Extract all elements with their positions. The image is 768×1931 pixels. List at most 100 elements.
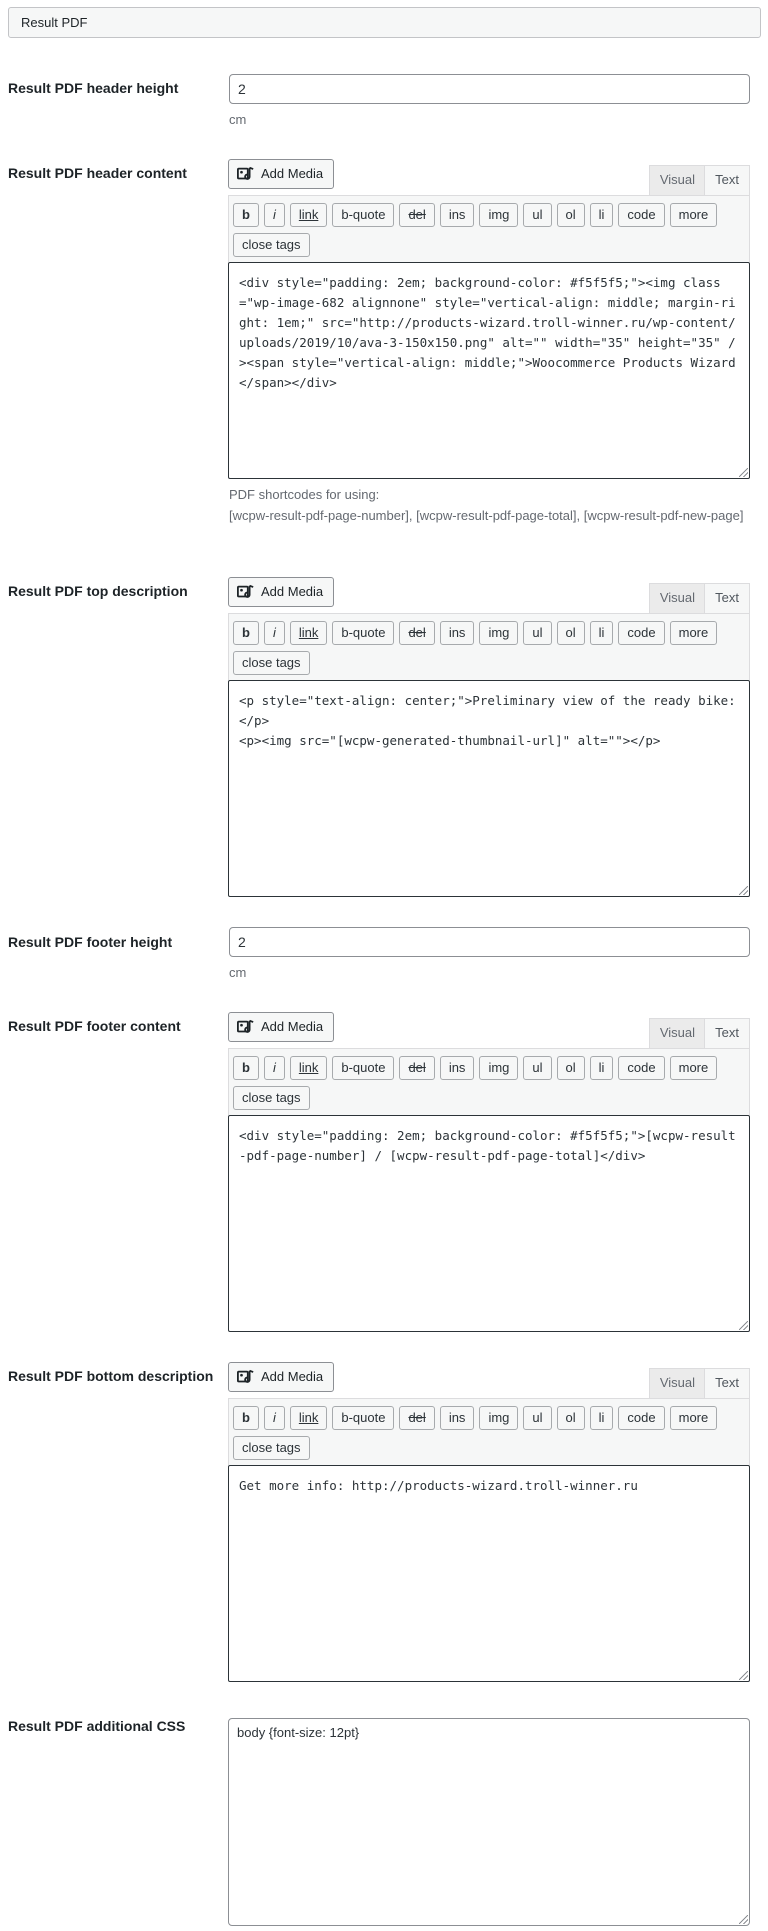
qt-li-button[interactable]: li: [589, 621, 614, 645]
qt-ul-button[interactable]: ul: [523, 203, 552, 227]
qt-close-tags-button[interactable]: close tags: [233, 233, 310, 257]
qt-italic-button[interactable]: i: [263, 621, 285, 645]
header-height-label: Result PDF header height: [8, 80, 179, 96]
bottom-description-label: Result PDF bottom description: [8, 1368, 214, 1384]
add-media-label: Add Media: [261, 1019, 324, 1034]
bottom-description-text: Get more info: http://products-wizard.tr…: [239, 1478, 638, 1493]
header-content-textarea[interactable]: <div style="padding: 2em; background-col…: [228, 262, 750, 479]
qt-code-button[interactable]: code: [618, 621, 665, 645]
additional-css-textarea[interactable]: body {font-size: 12pt}: [228, 1718, 750, 1926]
qt-code-button[interactable]: code: [618, 1406, 665, 1430]
qt-ul-button[interactable]: ul: [523, 1056, 552, 1080]
resize-handle[interactable]: [739, 1671, 748, 1680]
qt-italic-button[interactable]: i: [263, 1406, 285, 1430]
qt-blockquote-button[interactable]: b-quote: [332, 1056, 395, 1080]
resize-handle[interactable]: [739, 1915, 748, 1924]
bottom-description-textarea[interactable]: Get more info: http://products-wizard.tr…: [228, 1465, 750, 1682]
qt-more-button[interactable]: more: [669, 621, 718, 645]
qt-ol-button[interactable]: ol: [556, 203, 585, 227]
qt-del-button[interactable]: del: [399, 1056, 435, 1080]
top-description-textarea[interactable]: <p style="text-align: center;">Prelimina…: [228, 680, 750, 897]
tab-text[interactable]: Text: [704, 583, 750, 613]
qt-img-button[interactable]: img: [479, 203, 519, 227]
footer-content-textarea[interactable]: <div style="padding: 2em; background-col…: [228, 1115, 750, 1332]
shortcodes-title: PDF shortcodes for using:: [229, 487, 380, 502]
qt-li-button[interactable]: li: [589, 203, 614, 227]
qt-bold-button[interactable]: b: [233, 203, 259, 227]
qt-li-button[interactable]: li: [589, 1406, 614, 1430]
media-icon: [237, 584, 254, 598]
resize-handle[interactable]: [739, 1321, 748, 1330]
section-header-result-pdf[interactable]: Result PDF: [8, 7, 761, 38]
qt-ol-button[interactable]: ol: [556, 1056, 585, 1080]
qt-link-button[interactable]: link: [289, 1056, 328, 1080]
qt-img-button[interactable]: img: [479, 621, 519, 645]
qt-ins-button[interactable]: ins: [439, 1056, 475, 1080]
footer-content-text: <div style="padding: 2em; background-col…: [239, 1128, 736, 1163]
qt-del-button[interactable]: del: [399, 1406, 435, 1430]
media-icon: [237, 1019, 254, 1033]
qt-italic-button[interactable]: i: [263, 203, 285, 227]
header-height-input[interactable]: 2: [229, 74, 750, 104]
tab-visual[interactable]: Visual: [648, 165, 706, 195]
add-media-button[interactable]: Add Media: [228, 1362, 335, 1392]
qt-ins-button[interactable]: ins: [439, 203, 475, 227]
qt-ins-button[interactable]: ins: [439, 621, 475, 645]
qt-more-button[interactable]: more: [669, 1056, 718, 1080]
top-description-label: Result PDF top description: [8, 583, 188, 599]
tab-text[interactable]: Text: [704, 1368, 750, 1398]
additional-css-text: body {font-size: 12pt}: [237, 1725, 360, 1740]
shortcodes-hint: PDF shortcodes for using: [wcpw-result-p…: [229, 484, 750, 526]
qt-code-button[interactable]: code: [618, 203, 665, 227]
add-media-button[interactable]: Add Media: [228, 577, 335, 607]
qt-ol-button[interactable]: ol: [556, 1406, 585, 1430]
media-icon: [237, 1369, 254, 1383]
qt-code-button[interactable]: code: [618, 1056, 665, 1080]
add-media-button[interactable]: Add Media: [228, 1012, 335, 1042]
qt-blockquote-button[interactable]: b-quote: [332, 1406, 395, 1430]
qt-bold-button[interactable]: b: [233, 621, 259, 645]
shortcodes-list: [wcpw-result-pdf-page-number], [wcpw-res…: [229, 508, 744, 523]
tab-text[interactable]: Text: [704, 1018, 750, 1048]
qt-italic-button[interactable]: i: [263, 1056, 285, 1080]
qt-blockquote-button[interactable]: b-quote: [332, 203, 395, 227]
qt-link-button[interactable]: link: [289, 1406, 328, 1430]
qt-bold-button[interactable]: b: [233, 1056, 259, 1080]
footer-content-label: Result PDF footer content: [8, 1018, 181, 1034]
resize-handle[interactable]: [739, 886, 748, 895]
quicktags-toolbar: b i link b-quote del ins img ul ol li co…: [228, 195, 750, 262]
qt-ol-button[interactable]: ol: [556, 621, 585, 645]
qt-ul-button[interactable]: ul: [523, 621, 552, 645]
quicktags-toolbar: b i link b-quote del ins img ul ol li co…: [228, 1048, 750, 1115]
top-description-text: <p style="text-align: center;">Prelimina…: [239, 693, 736, 748]
qt-img-button[interactable]: img: [479, 1056, 519, 1080]
tab-text[interactable]: Text: [704, 165, 750, 195]
qt-close-tags-button[interactable]: close tags: [233, 1436, 310, 1460]
qt-img-button[interactable]: img: [479, 1406, 519, 1430]
footer-height-unit: cm: [229, 965, 247, 980]
header-height-unit: cm: [229, 112, 247, 127]
qt-link-button[interactable]: link: [289, 203, 328, 227]
quicktags-toolbar: b i link b-quote del ins img ul ol li co…: [228, 1398, 750, 1465]
footer-height-input[interactable]: 2: [229, 927, 750, 957]
qt-bold-button[interactable]: b: [233, 1406, 259, 1430]
add-media-button[interactable]: Add Media: [228, 159, 335, 189]
qt-blockquote-button[interactable]: b-quote: [332, 621, 395, 645]
footer-content-editor: Add Media Visual Text b i link b-quote d…: [228, 1012, 750, 1332]
qt-li-button[interactable]: li: [589, 1056, 614, 1080]
qt-ul-button[interactable]: ul: [523, 1406, 552, 1430]
tab-visual[interactable]: Visual: [648, 1368, 706, 1398]
media-icon: [237, 166, 254, 180]
qt-close-tags-button[interactable]: close tags: [233, 651, 310, 675]
qt-link-button[interactable]: link: [289, 621, 328, 645]
tab-visual[interactable]: Visual: [648, 583, 706, 613]
qt-del-button[interactable]: del: [399, 621, 435, 645]
top-description-editor: Add Media Visual Text b i link b-quote d…: [228, 577, 750, 897]
tab-visual[interactable]: Visual: [648, 1018, 706, 1048]
resize-handle[interactable]: [739, 468, 748, 477]
qt-ins-button[interactable]: ins: [439, 1406, 475, 1430]
qt-more-button[interactable]: more: [669, 203, 718, 227]
qt-more-button[interactable]: more: [669, 1406, 718, 1430]
qt-close-tags-button[interactable]: close tags: [233, 1086, 310, 1110]
qt-del-button[interactable]: del: [399, 203, 435, 227]
